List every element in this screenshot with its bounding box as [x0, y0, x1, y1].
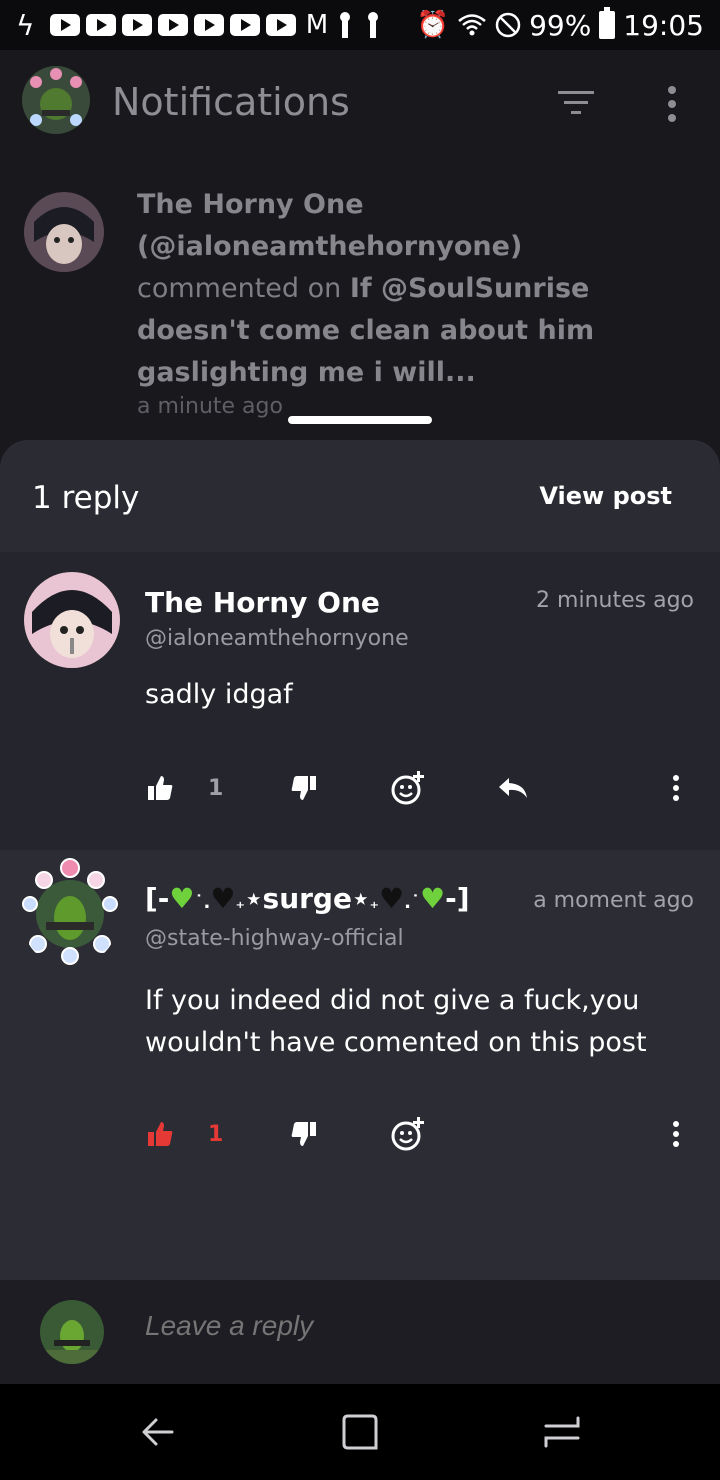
reply-count: 1 reply	[32, 480, 140, 516]
notification-item[interactable]: The Horny One (@ialoneamthehornyone) com…	[0, 180, 720, 440]
keyhole-icon	[366, 12, 380, 38]
comment-more-button[interactable]	[670, 1114, 682, 1154]
do-not-disturb-icon	[495, 12, 521, 38]
gmail-icon: M	[305, 10, 329, 40]
clock: 19:05	[623, 8, 704, 42]
youtube-icon	[158, 14, 188, 36]
avatar	[24, 192, 104, 272]
comment-time: 2 minutes ago	[536, 588, 694, 613]
add-reaction-icon	[391, 771, 424, 805]
avatar[interactable]	[20, 858, 120, 968]
reply-button[interactable]	[497, 768, 529, 808]
comment-author[interactable]: The Horny One	[145, 586, 380, 619]
comment-author[interactable]: [-♥˙.♥₊⋆surge⋆₊♥.˙♥-]	[145, 882, 470, 915]
comment-item: The Horny One @ialoneamthehornyone 2 min…	[0, 552, 720, 850]
like-button[interactable]	[146, 768, 174, 808]
wifi-icon	[458, 14, 486, 36]
like-count: 1	[208, 775, 224, 801]
youtube-icon	[266, 14, 296, 36]
lightning-icon: ϟ	[16, 8, 35, 42]
more-vert-icon[interactable]	[660, 84, 684, 124]
dislike-button[interactable]	[290, 1114, 318, 1154]
reply-icon	[499, 778, 527, 798]
like-count: 1	[208, 1121, 224, 1147]
thumbs-down-icon	[291, 776, 316, 800]
recents-icon[interactable]	[540, 1410, 584, 1454]
reply-input[interactable]	[145, 1310, 665, 1342]
comment-time: a moment ago	[533, 888, 694, 913]
more-vert-icon	[673, 775, 679, 801]
green-heart-icon: ♥	[169, 882, 195, 915]
replies-sheet: 1 reply View post The Horny One @ialonea…	[0, 440, 720, 1384]
system-nav-bar	[0, 1384, 720, 1480]
app-bar: Notifications	[0, 50, 720, 160]
youtube-icon	[50, 14, 80, 36]
comment-actions: 1	[0, 1114, 720, 1154]
avatar[interactable]	[24, 572, 120, 668]
green-heart-icon: ♥	[419, 882, 446, 915]
home-icon[interactable]	[338, 1410, 382, 1454]
comment-more-button[interactable]	[670, 768, 682, 808]
add-reaction-button[interactable]	[390, 768, 426, 808]
notification-text: The Horny One (@ialoneamthehornyone) com…	[137, 189, 595, 388]
comment-handle[interactable]: @state-highway-official	[145, 926, 404, 951]
notification-time: a minute ago	[137, 394, 283, 419]
black-heart-icon: ♥	[379, 882, 405, 915]
filter-icon[interactable]	[556, 88, 596, 118]
add-reaction-icon	[391, 1117, 424, 1151]
avatar	[40, 1300, 104, 1364]
status-notification-icons: ϟ M	[16, 9, 380, 42]
reply-bar	[0, 1280, 720, 1384]
comment-body: sadly idgaf	[145, 679, 293, 710]
more-vert-icon	[673, 1121, 679, 1147]
battery-icon	[599, 7, 616, 39]
page-title: Notifications	[112, 80, 350, 124]
sheet-header: 1 reply View post	[0, 440, 720, 552]
dislike-button[interactable]	[290, 768, 318, 808]
battery-percent: 99%	[529, 8, 592, 42]
sheet-drag-handle[interactable]	[288, 416, 432, 424]
alarm-icon: ⏰	[416, 10, 450, 40]
add-reaction-button[interactable]	[390, 1114, 426, 1154]
notifications-screen: Notifications The Horny One (@ialoneamth…	[0, 50, 720, 470]
thumbs-down-icon	[291, 1122, 316, 1146]
back-icon[interactable]	[138, 1410, 182, 1454]
youtube-icon	[122, 14, 152, 36]
thumbs-up-icon	[148, 776, 173, 800]
comment-body: If you indeed did not give a fuck,you wo…	[145, 985, 647, 1058]
youtube-icon	[86, 14, 116, 36]
user-avatar[interactable]	[22, 66, 90, 134]
youtube-icon	[230, 14, 260, 36]
comment-actions: 1	[0, 768, 720, 808]
like-button[interactable]	[146, 1114, 174, 1154]
youtube-icon	[194, 14, 224, 36]
keyhole-icon	[338, 12, 352, 38]
black-heart-icon: ♥	[210, 882, 236, 915]
status-bar: ϟ M ⏰ 99% 19:05	[0, 0, 720, 50]
thumbs-up-icon	[148, 1122, 173, 1146]
view-post-button[interactable]: View post	[539, 482, 672, 510]
comment-item: [-♥˙.♥₊⋆surge⋆₊♥.˙♥-] @state-highway-off…	[0, 850, 720, 1280]
comment-handle[interactable]: @ialoneamthehornyone	[145, 626, 409, 651]
